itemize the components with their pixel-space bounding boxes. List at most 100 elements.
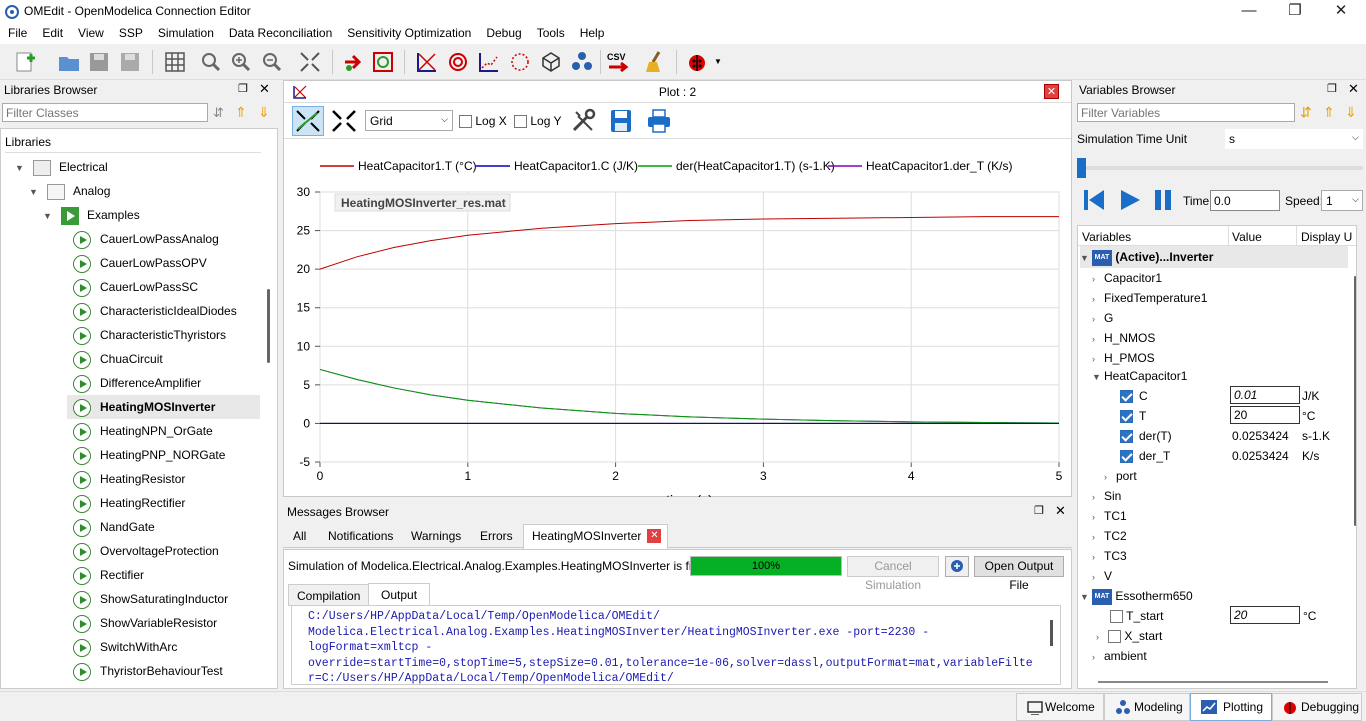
close-icon[interactable]: ✕ <box>259 81 270 97</box>
expand-all-icon[interactable]: ⇓ <box>1345 104 1357 121</box>
tree-item-variable[interactable]: › Sin <box>1092 486 1121 506</box>
expand-all-icon[interactable]: ⇓ <box>258 104 270 121</box>
tree-item-ambient[interactable]: › ambient <box>1092 646 1147 666</box>
checkbox[interactable] <box>1120 390 1133 404</box>
scrollbar-thumb[interactable] <box>1050 620 1053 646</box>
time-input[interactable] <box>1210 190 1280 211</box>
open-output-file-button[interactable]: Open Output File <box>974 556 1064 592</box>
menu-help[interactable]: Help <box>572 24 612 44</box>
menu-file[interactable]: File <box>0 24 34 44</box>
library-item[interactable]: CharacteristicThyristors <box>67 323 226 347</box>
pan-button[interactable] <box>330 108 358 137</box>
tree-item-variable[interactable]: › TC3 <box>1092 546 1127 566</box>
tree-item-examples[interactable]: ▼ Examples <box>43 203 140 227</box>
collapse-all-icon[interactable]: ⇑ <box>1323 104 1335 121</box>
simulate-icon[interactable] <box>340 49 366 75</box>
fit-view-icon[interactable] <box>297 49 323 75</box>
menu-tools[interactable]: Tools <box>529 24 572 44</box>
var-value-input[interactable] <box>1230 386 1300 404</box>
debugger-ladybug-icon[interactable] <box>684 49 710 75</box>
col-display-unit[interactable]: Display U <box>1301 230 1352 244</box>
library-item[interactable]: SwitchWithArc <box>67 635 177 659</box>
library-item[interactable]: ChuaCircuit <box>67 347 163 371</box>
speed-dropdown[interactable]: 1 ⌵ <box>1321 190 1363 211</box>
time-unit-dropdown[interactable]: s ⌵ <box>1225 129 1363 149</box>
checkbox[interactable] <box>1110 610 1123 624</box>
perspective-welcome[interactable]: Welcome <box>1016 693 1104 721</box>
menu-data-reconciliation[interactable]: Data Reconciliation <box>221 24 339 44</box>
tree-item-variable[interactable]: › FixedTemperature1 <box>1092 288 1207 308</box>
tab-warnings[interactable]: Warnings <box>403 525 469 547</box>
time-slider-handle[interactable] <box>1077 158 1086 178</box>
library-item[interactable]: CharacteristicIdealDiodes <box>67 299 237 323</box>
grid-icon[interactable] <box>162 49 188 75</box>
scrollbar-thumb[interactable] <box>1354 276 1356 526</box>
tab-notifications[interactable]: Notifications <box>320 525 401 547</box>
float-icon[interactable]: ❐ <box>1327 82 1337 95</box>
perspective-plotting[interactable]: Plotting <box>1190 693 1272 721</box>
library-item[interactable]: CauerLowPassOPV <box>67 251 207 275</box>
tree-item-variable[interactable]: › TC2 <box>1092 526 1127 546</box>
open-folder-icon[interactable] <box>56 49 82 75</box>
network-icon[interactable] <box>569 49 595 75</box>
tab-heatingmosinverter[interactable]: HeatingMOSInverter ✕ <box>523 524 669 549</box>
library-item[interactable]: Rectifier <box>67 563 144 587</box>
tree-item-heatcapacitor1[interactable]: ▼ HeatCapacitor1 <box>1092 366 1187 386</box>
library-item[interactable]: CauerLowPassSC <box>67 275 198 299</box>
minimize-button[interactable]: — <box>1226 0 1272 24</box>
var-der-t[interactable]: der_T <box>1120 446 1170 466</box>
cancel-simulation-button[interactable]: Cancel Simulation <box>847 556 939 592</box>
float-icon[interactable]: ❐ <box>1034 504 1044 517</box>
setup-button[interactable] <box>570 108 596 137</box>
sort-icon[interactable]: ⇵ <box>1300 104 1312 121</box>
sort-icon[interactable]: ⇵ <box>213 105 224 121</box>
var-t[interactable]: T <box>1120 406 1146 426</box>
tab-all[interactable]: All <box>285 525 314 547</box>
zoom-out-icon[interactable] <box>259 49 285 75</box>
library-item[interactable]: HeatingRectifier <box>67 491 185 515</box>
export-csv-icon[interactable]: CSV <box>606 49 632 75</box>
chevron-down-icon[interactable]: ▼ <box>714 57 722 66</box>
menu-debug[interactable]: Debug <box>478 24 528 44</box>
library-item[interactable]: ShowSaturatingInductor <box>67 587 228 611</box>
array-plot-icon[interactable] <box>476 49 502 75</box>
save-plot-button[interactable] <box>609 108 633 137</box>
menu-view[interactable]: View <box>70 24 111 44</box>
tab-errors[interactable]: Errors <box>472 525 521 547</box>
logy-checkbox[interactable]: Log Y <box>514 114 562 129</box>
print-button[interactable] <box>646 108 672 137</box>
tree-item-variable[interactable]: › Capacitor1 <box>1092 268 1162 288</box>
menu-simulation[interactable]: Simulation <box>150 24 221 44</box>
save-icon[interactable] <box>86 49 112 75</box>
col-variables[interactable]: Variables <box>1082 230 1131 244</box>
tree-item-electrical[interactable]: ▼ Electrical <box>15 155 108 179</box>
close-icon[interactable]: ✕ <box>1055 503 1066 519</box>
fit-in-view-button[interactable] <box>292 106 324 136</box>
var-c[interactable]: C <box>1120 386 1148 406</box>
clear-broom-icon[interactable] <box>642 49 668 75</box>
var-der-t-[interactable]: der(T) <box>1120 426 1172 446</box>
close-icon[interactable]: ✕ <box>1348 81 1359 97</box>
collapse-all-icon[interactable]: ⇑ <box>235 104 247 121</box>
restore-button[interactable]: ❐ <box>1272 0 1318 24</box>
perspective-modeling[interactable]: Modeling <box>1104 693 1190 721</box>
result-active[interactable]: ▼ MAT (Active)...Inverter <box>1080 246 1348 268</box>
library-item[interactable]: ThyristorBehaviourTest <box>67 659 223 683</box>
new-file-icon[interactable] <box>12 49 38 75</box>
tree-item-variable[interactable]: › TC1 <box>1092 506 1127 526</box>
library-item[interactable]: OvervoltageProtection <box>67 539 219 563</box>
menu-ssp[interactable]: SSP <box>111 24 150 44</box>
save-all-icon[interactable] <box>117 49 143 75</box>
zoom-icon[interactable] <box>198 49 224 75</box>
array-parametric-plot-icon[interactable] <box>507 49 533 75</box>
tree-item-variable[interactable]: › V <box>1092 566 1112 586</box>
horizontal-scrollbar[interactable] <box>1098 681 1328 683</box>
tree-item-variable[interactable]: › H_NMOS <box>1092 328 1155 348</box>
close-tab-icon[interactable]: ✕ <box>647 529 662 543</box>
simulation-setup-icon[interactable] <box>370 49 396 75</box>
close-plot-icon[interactable]: ✕ <box>1044 84 1059 99</box>
filter-variables-input[interactable] <box>1077 103 1295 122</box>
checkbox[interactable] <box>1120 450 1133 464</box>
var-t-start[interactable]: T_start <box>1110 606 1163 626</box>
zoom-in-icon[interactable] <box>228 49 254 75</box>
